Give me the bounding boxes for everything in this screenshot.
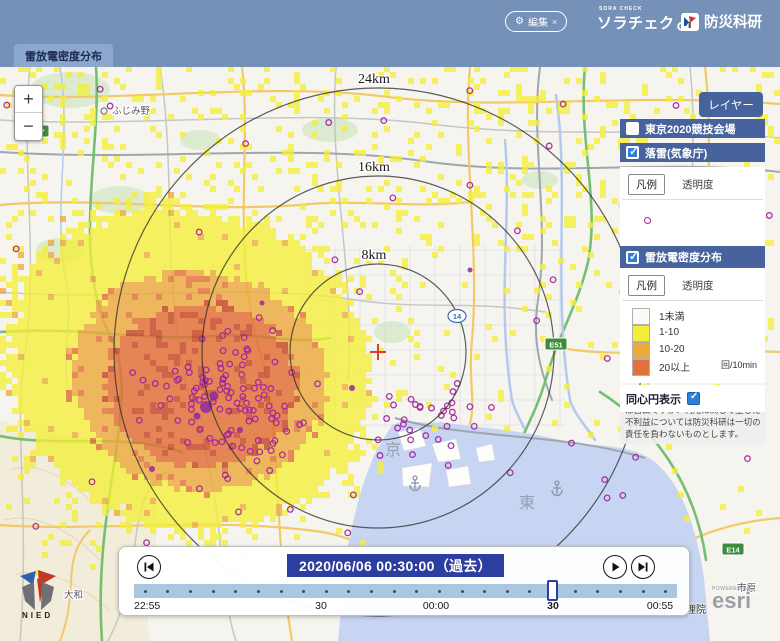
- density-legend-list: 1未満 1-10 10-20 20以上 回/10min: [620, 301, 765, 377]
- tab-label: 雷放電密度分布: [25, 48, 102, 64]
- legend-label: 20以上: [659, 359, 690, 374]
- svg-text:16km: 16km: [358, 160, 390, 175]
- legend-swatch: [632, 308, 650, 325]
- legend-swatch: [632, 325, 650, 342]
- concentric-label: 同心円表示: [626, 391, 681, 407]
- timeline-dot: [483, 590, 486, 593]
- tab-opacity[interactable]: 透明度: [675, 175, 721, 194]
- layer-row-density[interactable]: 雷放電密度分布: [620, 246, 765, 268]
- timeline-dot: [619, 590, 622, 593]
- timeline-dot: [166, 590, 169, 593]
- timeline-dot: [347, 590, 350, 593]
- timeline-dot: [302, 590, 305, 593]
- timeline-dot: [234, 590, 237, 593]
- layer-row-tokyo2020[interactable]: 東京2020競技会場: [620, 119, 765, 138]
- close-icon: ×: [552, 17, 557, 27]
- layer-checkbox-strikes[interactable]: [626, 146, 639, 159]
- skip-to-start-button[interactable]: [137, 555, 161, 579]
- strike-marker-icon: [644, 217, 651, 224]
- layer-label: 東京2020競技会場: [645, 121, 735, 137]
- nied-logo: NIED: [12, 566, 66, 627]
- svg-text:8km: 8km: [362, 248, 387, 263]
- timeline-dot: [642, 590, 645, 593]
- current-datetime-chip: 2020/06/06 00:30:00（過去）: [287, 554, 504, 577]
- timeline-tick: 22:55: [134, 600, 160, 612]
- time-slider-panel: 2020/06/06 00:30:00（過去） 22:55 30 00:00 30 00…: [118, 546, 690, 616]
- legend-swatch: [632, 359, 650, 376]
- svg-text:E51: E51: [549, 341, 562, 350]
- esri-logo[interactable]: POWERED BY esri: [712, 586, 751, 611]
- density-legend-section: 凡例 透明度 1未満 1-10 10-20 20以上 回/10min: [620, 268, 765, 383]
- timeline-handle[interactable]: [547, 580, 558, 601]
- svg-text:京: 京: [385, 441, 401, 459]
- svg-text:24km: 24km: [358, 72, 390, 87]
- timeline-dot: [189, 590, 192, 593]
- zoom-out-button[interactable]: −: [15, 113, 42, 140]
- layers-panel: 東京2020競技会場 落雷(気象庁) 凡例 透明度 雷放電密度分布 凡例 透明度: [620, 119, 765, 412]
- layer-checkbox-density[interactable]: [626, 251, 639, 264]
- edit-button[interactable]: ⚙ 編集 ×: [505, 11, 567, 32]
- legend-swatch: [632, 342, 650, 359]
- skip-end-icon: [635, 559, 651, 575]
- timeline-dot: [506, 590, 509, 593]
- map-zoom-control: + −: [14, 85, 43, 141]
- layer-row-strikes[interactable]: 落雷(気象庁): [620, 143, 765, 162]
- timeline-dot: [574, 590, 577, 593]
- svg-text:ふじみ野: ふじみ野: [112, 106, 151, 117]
- timeline-dot: [370, 590, 373, 593]
- legend-label: 1-10: [659, 327, 679, 338]
- play-icon: [607, 559, 623, 575]
- nied-brand-icon: [681, 13, 699, 31]
- legend-unit: 回/10min: [721, 358, 757, 371]
- bosai-brand-label: 防災科研: [704, 11, 762, 32]
- timeline-tick: 30: [547, 600, 559, 612]
- timeline-dot: [325, 590, 328, 593]
- zoom-in-button[interactable]: +: [15, 86, 42, 113]
- soracheck-name: ソラチェク: [597, 12, 675, 33]
- tab-legend[interactable]: 凡例: [628, 174, 665, 195]
- timeline-dot: [280, 590, 283, 593]
- timeline-dot: [212, 590, 215, 593]
- strikes-legend-section: 凡例 透明度: [620, 167, 765, 246]
- timeline-tick-labels: 22:55 30 00:00 30 00:55: [134, 600, 677, 614]
- svg-text:14: 14: [453, 312, 462, 321]
- svg-text:大和: 大和: [64, 589, 83, 601]
- svg-text:E14: E14: [726, 546, 740, 555]
- timeline-dot: [438, 590, 441, 593]
- timeline-dot: [528, 590, 531, 593]
- layer-checkbox-tokyo2020[interactable]: [626, 122, 639, 135]
- tab-lightning-density[interactable]: 雷放電密度分布: [14, 44, 113, 67]
- layers-button[interactable]: レイヤー: [699, 92, 763, 117]
- layer-label: 落雷(気象庁): [645, 145, 707, 161]
- layer-label: 雷放電密度分布: [645, 249, 722, 265]
- timeline-dot: [461, 590, 464, 593]
- timeline-dot: [596, 590, 599, 593]
- legend-label: 1未満: [659, 308, 685, 323]
- esri-word: esri: [712, 592, 751, 611]
- tab-legend[interactable]: 凡例: [628, 275, 665, 296]
- gear-icon: ⚙: [515, 16, 524, 27]
- play-button[interactable]: [603, 555, 627, 579]
- concentric-checkbox[interactable]: [687, 392, 700, 405]
- timeline-dot: [664, 590, 667, 593]
- timeline-dot: [393, 590, 396, 593]
- timeline-tick: 00:55: [647, 600, 673, 612]
- app-root: 8km16km24km 京東ふじみ野千葉市原大和E17E51E1414 ⚙ 編集…: [0, 0, 780, 641]
- timeline-tick: 00:00: [423, 600, 449, 612]
- timeline-dot: [415, 590, 418, 593]
- tab-opacity[interactable]: 透明度: [675, 276, 721, 295]
- legend-label: 10-20: [659, 344, 685, 355]
- skip-to-end-button[interactable]: [631, 555, 655, 579]
- concentric-toggle-row: 同心円表示: [620, 385, 765, 412]
- top-header-bar: ⚙ 編集 × SORA CHECK ソラチェク 防災科研: [0, 0, 780, 67]
- bosai-logo[interactable]: 防災科研: [681, 11, 762, 32]
- timeline-dot: [144, 590, 147, 593]
- svg-text:東: 東: [519, 494, 535, 512]
- skip-start-icon: [141, 559, 157, 575]
- timeline-dot: [257, 590, 260, 593]
- timeline-tick: 30: [315, 600, 327, 612]
- nied-logo-text: NIED: [22, 611, 53, 620]
- edit-button-label: 編集: [528, 14, 548, 29]
- timeline-track[interactable]: [134, 584, 677, 598]
